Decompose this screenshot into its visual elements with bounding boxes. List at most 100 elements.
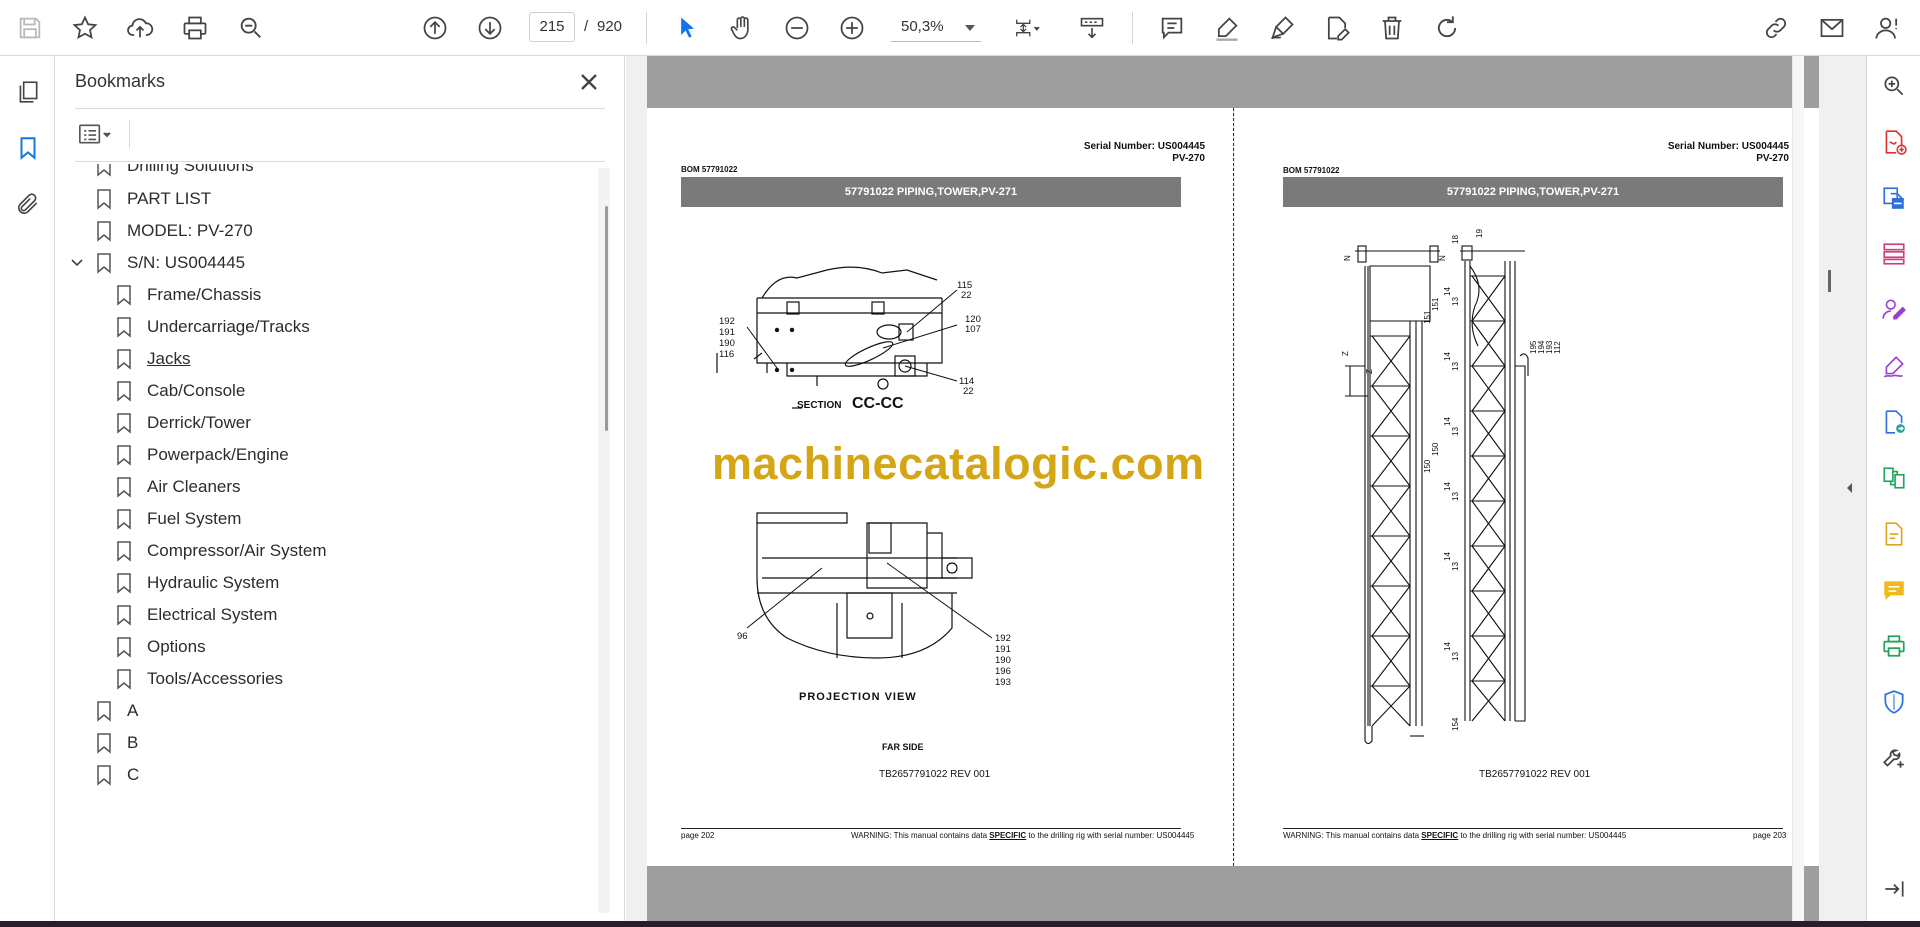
bookmark-item[interactable]: MODEL: PV-270 (95, 216, 253, 246)
toolbar-divider (1132, 12, 1133, 44)
bookmark-item[interactable]: Powerpack/Engine (115, 440, 289, 470)
bookmark-label: Undercarriage/Tracks (147, 317, 310, 336)
page-number-input[interactable]: 215 (529, 12, 575, 42)
bookmark-item[interactable]: A (95, 696, 138, 726)
part-banner: 57791022 PIPING,TOWER,PV-271 (681, 177, 1181, 207)
comment-tool-icon[interactable] (1878, 574, 1910, 606)
search-zoom-icon[interactable] (1878, 70, 1910, 102)
bookmark-item[interactable]: C (95, 760, 139, 790)
bookmark-item[interactable]: Tools/Accessories (115, 664, 283, 694)
page-fit-icon[interactable] (1004, 10, 1050, 46)
bookmark-item[interactable]: Options (115, 632, 206, 662)
svg-text:14: 14 (1443, 352, 1452, 361)
page-separator: / (584, 18, 589, 35)
bookmark-item[interactable]: Frame/Chassis (115, 280, 261, 310)
svg-text:18: 18 (1451, 235, 1460, 244)
create-pdf-icon[interactable] (1878, 126, 1910, 158)
page-thumbnails-icon[interactable] (12, 76, 44, 108)
close-icon (581, 74, 597, 90)
bookmark-item[interactable]: Hydraulic System (115, 568, 279, 598)
email-icon[interactable] (1814, 10, 1850, 46)
svg-text:13: 13 (1451, 492, 1460, 501)
pdf-page-right: Serial Number: US004445 PV-270 BOM 57791… (1235, 108, 1819, 866)
export-pdf-icon[interactable] (1878, 182, 1910, 214)
close-panel-button[interactable] (575, 68, 603, 96)
request-signature-icon[interactable] (1878, 294, 1910, 326)
bookmark-icon (97, 221, 111, 242)
bookmark-icon (97, 765, 111, 786)
draw-signature-icon[interactable] (1264, 10, 1300, 46)
attachments-paperclip-icon[interactable] (12, 188, 44, 220)
bookmark-item[interactable]: B (95, 728, 138, 758)
comment-icon[interactable] (1154, 10, 1190, 46)
hand-tool-icon[interactable] (724, 10, 760, 46)
upload-cloud-icon[interactable] (122, 10, 158, 46)
bookmark-label: Tools/Accessories (147, 669, 284, 688)
print-production-icon[interactable] (1878, 630, 1910, 662)
fill-sign-icon[interactable] (1878, 350, 1910, 382)
document-scrollbar[interactable] (1792, 56, 1804, 921)
bookmarks-panel-icon[interactable] (12, 132, 44, 164)
star-icon[interactable] (67, 10, 103, 46)
bookmark-item[interactable]: Air Cleaners (115, 472, 241, 502)
bookmarks-scrollbar[interactable] (598, 168, 610, 913)
serial-number: Serial Number: US004445 PV-270 (1083, 141, 1205, 164)
bookmark-item[interactable]: S/N: US004445 (95, 248, 245, 278)
bookmark-label: Derrick/Tower (147, 413, 251, 432)
bookmark-item[interactable]: Compressor/Air System (115, 536, 326, 566)
far-side-label: FAR SIDE (882, 742, 924, 752)
bookmark-item[interactable]: Electrical System (115, 600, 277, 630)
save-icon[interactable] (12, 10, 48, 46)
trash-icon[interactable] (1374, 10, 1410, 46)
bookmark-item[interactable]: PART LIST (95, 184, 211, 214)
bookmark-label: C (127, 765, 140, 784)
bookmark-label: Powerpack/Engine (147, 445, 289, 464)
svg-text:N: N (1343, 255, 1352, 261)
zoom-level-dropdown[interactable]: 50,3% (891, 12, 981, 42)
edit-pdf-icon[interactable] (1878, 518, 1910, 550)
select-cursor-icon[interactable] (669, 10, 705, 46)
organize-pages-icon[interactable] (1878, 238, 1910, 270)
protect-shield-icon[interactable] (1878, 686, 1910, 718)
bookmark-item[interactable]: Jacks (115, 344, 190, 374)
next-page-icon[interactable] (472, 10, 508, 46)
scroll-mode-icon[interactable] (1074, 10, 1110, 46)
more-tools-icon[interactable] (1878, 742, 1910, 774)
collapse-tools-icon[interactable] (1878, 873, 1910, 905)
previous-page-icon[interactable] (417, 10, 453, 46)
bookmark-item[interactable]: Fuel System (115, 504, 241, 534)
chevron-down-icon (965, 25, 975, 31)
edit-document-icon[interactable] (1319, 10, 1355, 46)
bookmark-icon (117, 477, 131, 498)
redo-icon[interactable] (1429, 10, 1465, 46)
bookmark-icon (117, 285, 131, 306)
highlight-pen-icon[interactable] (1209, 10, 1245, 46)
chevron-down-icon[interactable] (70, 256, 84, 270)
zoom-search-icon[interactable] (233, 10, 269, 46)
expand-right-panel-icon[interactable] (1843, 480, 1855, 496)
svg-text:14: 14 (1443, 287, 1452, 296)
zoom-in-icon[interactable] (834, 10, 870, 46)
page-total: 920 (597, 18, 623, 35)
right-tools-rail (1866, 56, 1920, 921)
print-icon[interactable] (177, 10, 213, 46)
send-for-review-icon[interactable] (1878, 406, 1910, 438)
bookmark-options-button[interactable] (75, 118, 123, 150)
bookmark-item[interactable]: Derrick/Tower (115, 408, 251, 438)
bookmarks-scrollbar-thumb[interactable] (605, 206, 608, 431)
zoom-out-icon[interactable] (779, 10, 815, 46)
bookmark-icon (117, 573, 131, 594)
bookmark-item[interactable]: Drilling Solutions (95, 164, 254, 181)
user-account-icon[interactable] (1870, 10, 1906, 46)
compare-files-icon[interactable] (1878, 462, 1910, 494)
document-scrollbar-thumb[interactable] (1828, 270, 1831, 292)
bookmark-item[interactable]: Undercarriage/Tracks (115, 312, 310, 342)
svg-text:PROJECTION VIEW: PROJECTION VIEW (799, 691, 917, 703)
share-link-icon[interactable] (1758, 10, 1794, 46)
svg-text:151: 151 (1431, 297, 1440, 311)
bookmark-icon (117, 445, 131, 466)
left-navigation-rail (0, 56, 55, 921)
options-divider (129, 120, 130, 148)
document-number: TB2657791022 REV 001 (1479, 769, 1591, 780)
bookmark-item[interactable]: Cab/Console (115, 376, 245, 406)
